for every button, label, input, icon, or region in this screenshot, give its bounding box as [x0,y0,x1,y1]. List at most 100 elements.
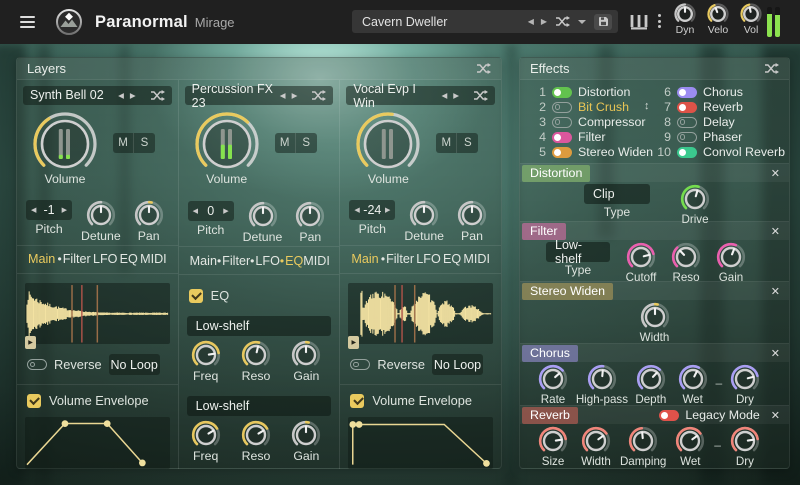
tab-eq[interactable]: EQ [120,252,138,266]
tab-midi[interactable]: MIDI [303,254,330,268]
effect-name-convol-reverb[interactable]: Convol Reverb [703,145,785,159]
stereo-widen-toggle[interactable] [552,147,572,158]
mute-button[interactable]: M [275,133,296,153]
solo-button[interactable]: S [296,133,317,153]
master-knob-dyn[interactable]: Dyn [671,3,699,36]
sample-shuffle-icon[interactable] [143,90,165,101]
preset-prev-icon[interactable]: ◀ [528,17,534,26]
effect-name-stereo-widen[interactable]: Stereo Widen [578,145,653,159]
envelope-editor[interactable] [348,417,493,469]
sample-next-icon[interactable]: ▶ [453,91,459,100]
eq-reso-knob[interactable]: Reso [237,420,275,463]
eq-band-2-type-dropdown[interactable]: Low-shelf [187,396,332,416]
sample-next-icon[interactable]: ▶ [130,91,136,100]
pitch-stepper[interactable]: ◀-1▶ [26,200,72,220]
play-button[interactable]: ▶ [25,336,36,349]
tab-eq[interactable]: •EQ [280,254,303,268]
detune-knob[interactable]: Detune [243,201,283,246]
pitch-increment-icon[interactable]: ▶ [62,206,67,214]
pitch-decrement-icon[interactable]: ◀ [354,206,359,214]
phaser-toggle[interactable] [677,132,697,143]
pitch-decrement-icon[interactable]: ◀ [31,206,36,214]
detune-knob[interactable]: Detune [81,200,121,245]
eq-reso-knob[interactable]: Reso [237,340,275,383]
chorus-toggle[interactable] [677,87,697,98]
preset-selector[interactable]: Cavern Dweller ◀ ▶ [352,10,618,33]
tab-filter[interactable]: •Filter [58,252,91,266]
pitch-decrement-icon[interactable]: ◀ [193,207,198,215]
eq-checkbox[interactable] [189,289,203,303]
envelope-editor[interactable] [25,417,170,469]
filter-type-dropdown[interactable]: Low-shelf [546,242,610,262]
chorus-wet-knob[interactable]: Wet [674,364,712,406]
volume-envelope-checkbox[interactable] [350,394,364,408]
solo-button[interactable]: S [457,133,478,153]
sample-shuffle-icon[interactable] [466,90,488,101]
tab-midi[interactable]: MIDI [463,252,490,266]
reverb-close-icon[interactable]: ✕ [771,409,780,422]
chorus-depth-knob[interactable]: Depth [632,364,670,406]
eq-band-1-type-dropdown[interactable]: Low-shelf [187,316,332,336]
tab-lfo[interactable]: •LFO [250,254,280,268]
eq-gain-knob[interactable]: Gain [287,420,325,463]
eq-freq-knob[interactable]: Freq [187,420,225,463]
sample-prev-icon[interactable]: ◀ [280,91,286,100]
reverb-toggle[interactable] [677,102,697,113]
pan-knob[interactable]: Pan [453,200,491,245]
waveform-display[interactable]: ▶ [25,283,170,345]
preset-dropdown-icon[interactable] [578,20,586,24]
stereo-widen-close-icon[interactable]: ✕ [771,285,780,298]
tab-midi[interactable]: MIDI [140,252,167,266]
volume-knob[interactable]: Volume [21,108,109,198]
reverse-toggle[interactable] [27,359,47,370]
loop-mode-button[interactable]: No Loop [109,354,160,375]
reverb-wet-knob[interactable]: Wet [671,426,709,468]
distortion-close-icon[interactable]: ✕ [771,167,780,180]
preset-shuffle-icon[interactable] [555,16,570,27]
loop-mode-button[interactable]: No Loop [432,354,483,375]
mute-button[interactable]: M [113,133,134,153]
eq-gain-knob[interactable]: Gain [287,340,325,383]
filter-cutoff-knob[interactable]: Cutoff [622,242,660,284]
detune-knob[interactable]: Detune [404,200,444,245]
pitch-increment-icon[interactable]: ▶ [385,206,390,214]
tab-main[interactable]: Main [190,254,217,268]
effect-name-distortion[interactable]: Distortion [578,85,630,99]
waveform-display[interactable]: ▶ [348,283,493,345]
more-menu-icon[interactable] [658,14,661,28]
filter-reso-knob[interactable]: Reso [667,242,705,284]
solo-button[interactable]: S [134,133,155,153]
effect-name-filter[interactable]: Filter [578,130,606,144]
play-button[interactable]: ▶ [348,336,359,349]
preset-save-icon[interactable] [594,14,612,30]
effect-name-compressor[interactable]: Compressor [578,115,645,129]
volume-knob[interactable]: Volume [183,108,271,199]
legacy-mode-toggle[interactable] [659,410,679,421]
pan-knob[interactable]: Pan [291,201,329,246]
tab-filter[interactable]: •Filter [381,252,414,266]
tab-main[interactable]: Main [28,252,55,266]
bit-crush-toggle[interactable] [552,102,572,113]
effect-name-delay[interactable]: Delay [703,115,735,129]
mute-button[interactable]: M [436,133,457,153]
reverb-size-knob[interactable]: Size [534,426,572,468]
tab-main[interactable]: Main [351,252,378,266]
drag-handle-icon[interactable]: ↕ [644,100,650,112]
tab-filter[interactable]: •Filter [217,254,250,268]
effect-name-reverb[interactable]: Reverb [703,100,743,114]
stereo-widen-width-knob[interactable]: Width [636,302,674,344]
preset-next-icon[interactable]: ▶ [541,17,547,26]
sample-next-icon[interactable]: ▶ [292,91,298,100]
effects-shuffle-icon[interactable] [764,63,779,74]
layer-sample-selector[interactable]: Percussion FX 23◀▶ [185,86,334,105]
reverb-damping-knob[interactable]: Damping [620,426,666,468]
filter-close-icon[interactable]: ✕ [771,225,780,238]
chorus-high-pass-knob[interactable]: High-pass [576,364,628,406]
tab-eq[interactable]: EQ [443,252,461,266]
master-knob-velo[interactable]: Velo [704,3,732,36]
distortion-toggle[interactable] [552,87,572,98]
layer-sample-selector[interactable]: Vocal Evp I Win◀▶ [346,86,495,105]
pan-knob[interactable]: Pan [130,200,168,245]
effect-name-bit-crush[interactable]: Bit Crush [578,100,629,114]
pitch-stepper[interactable]: ◀-24▶ [349,200,395,220]
